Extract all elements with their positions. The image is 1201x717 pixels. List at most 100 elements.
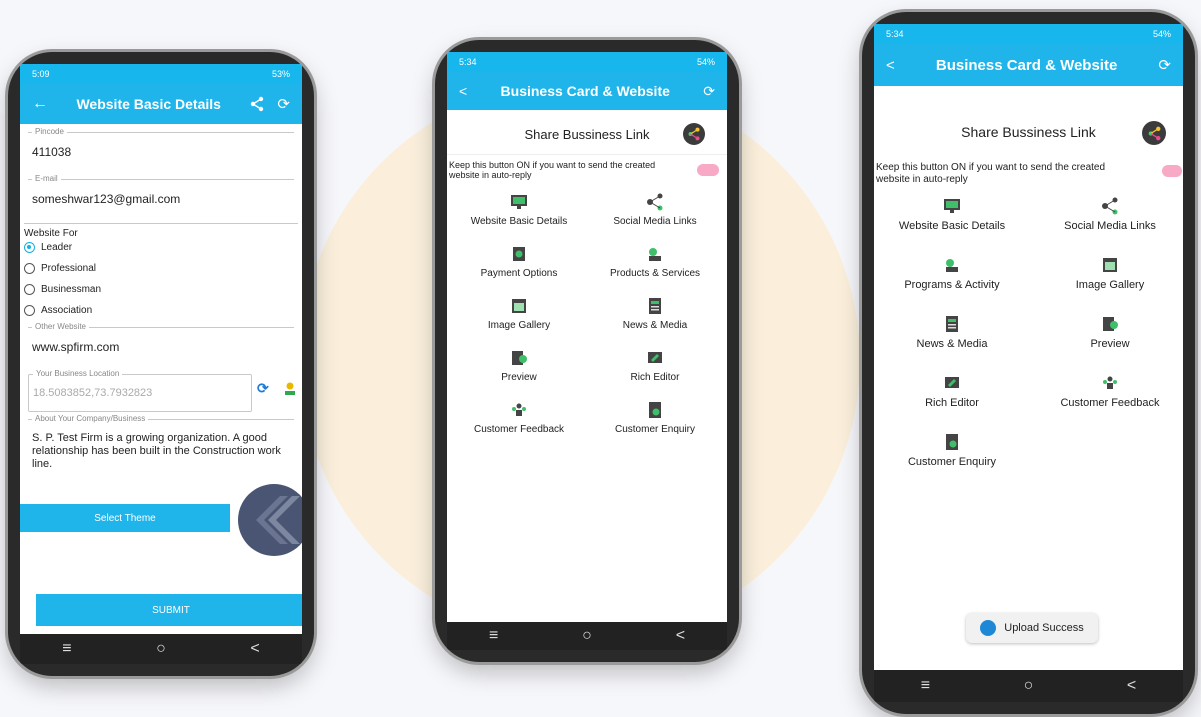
menu-item-customer-enquiry[interactable]: Customer Enquiry [593, 400, 717, 435]
about-field[interactable]: About Your Company/Business S. P. Test F… [28, 414, 294, 484]
news-and-media-icon [878, 314, 1026, 334]
menu-item-payment-options[interactable]: Payment Options [457, 244, 581, 279]
radio-button [24, 284, 35, 295]
back-arrow-icon[interactable]: ← [32, 95, 48, 113]
menu-item-social-media-links[interactable]: Social Media Links [1036, 196, 1183, 232]
map-pin-icon[interactable] [282, 381, 298, 397]
menu-item-customer-enquiry[interactable]: Customer Enquiry [878, 432, 1026, 468]
back-icon[interactable]: < [1127, 677, 1136, 695]
upload-cloud-icon [980, 620, 997, 636]
email-field[interactable]: E-mail someshwar123@gmail.com [28, 174, 294, 216]
menu-item-label: News & Media [916, 338, 988, 350]
refresh-icon[interactable]: ⟳ [277, 95, 290, 113]
menu-item-programs-and-activity[interactable]: Programs & Activity [878, 255, 1026, 291]
back-icon[interactable]: < [250, 640, 259, 658]
customer-enquiry-icon [878, 432, 1026, 452]
recent-apps-icon[interactable]: ≡ [921, 677, 930, 695]
phone2-screen: 5:34 54% < Business Card & Website ⟳ Sha… [447, 52, 727, 628]
other-website-value: www.spfirm.com [32, 340, 120, 354]
email-label: E-mail [32, 174, 61, 183]
menu-item-customer-feedback[interactable]: Customer Feedback [1036, 373, 1183, 409]
menu-item-products-and-services[interactable]: Products & Services [593, 244, 717, 279]
share-link-label: Share Bussiness Link [524, 126, 650, 142]
radio-association[interactable]: Association [24, 305, 92, 316]
menu-item-website-basic-details[interactable]: Website Basic Details [878, 196, 1026, 232]
home-icon[interactable]: ○ [582, 627, 592, 645]
other-website-field[interactable]: Other Website www.spfirm.com [28, 322, 294, 364]
menu-item-news-and-media[interactable]: News & Media [878, 314, 1026, 350]
refresh-location-icon[interactable]: ⟳ [257, 380, 269, 397]
nav-bar: ≡ ○ < [20, 634, 302, 664]
menu-item-rich-editor[interactable]: Rich Editor [593, 348, 717, 383]
phone-business-card-right: 5:34 54% < Business Card & Website ⟳ Sha… [862, 12, 1195, 714]
menu-item-label: Image Gallery [487, 320, 551, 331]
menu-item-rich-editor[interactable]: Rich Editor [878, 373, 1026, 409]
about-value: S. P. Test Firm is a growing organizatio… [32, 432, 281, 471]
back-chevron-icon[interactable]: < [886, 57, 895, 74]
submit-button[interactable]: SUBMIT [36, 594, 302, 626]
back-icon[interactable]: < [676, 627, 685, 645]
pincode-value: 411038 [32, 145, 72, 159]
menu-item-label: Products & Services [609, 268, 701, 279]
products-and-services-icon [593, 244, 717, 264]
share-icon[interactable] [249, 96, 265, 112]
page-title: Website Basic Details [76, 96, 221, 112]
website-basic-details-icon [878, 196, 1026, 216]
other-website-label: Other Website [32, 322, 89, 331]
rich-editor-icon [878, 373, 1026, 393]
menu-item-news-and-media[interactable]: News & Media [593, 296, 717, 331]
radio-businessman[interactable]: Businessman [24, 284, 101, 295]
programs-and-activity-icon [878, 255, 1026, 275]
share-link-icon[interactable] [1142, 121, 1166, 145]
rich-editor-icon [593, 348, 717, 368]
back-chevron-icon[interactable]: < [459, 83, 467, 99]
business-location-field[interactable]: Your Business Location 18.5083852,73.793… [28, 369, 252, 412]
menu-item-website-basic-details[interactable]: Website Basic Details [457, 192, 581, 227]
radio-label: Professional [41, 263, 97, 274]
select-theme-label: Select Theme [94, 512, 156, 524]
select-theme-button[interactable]: Select Theme [20, 504, 230, 532]
nav-bar: ≡ ○ < [874, 670, 1183, 702]
submit-label: SUBMIT [152, 604, 190, 616]
share-link-label: Share Bussiness Link [961, 124, 1096, 140]
pincode-field[interactable]: Pincode 411038 [28, 127, 294, 169]
status-indicators: 53% [271, 69, 290, 79]
recent-apps-icon[interactable]: ≡ [62, 640, 71, 658]
menu-item-image-gallery[interactable]: Image Gallery [457, 296, 581, 331]
status-indicators: 54% [1152, 29, 1171, 39]
refresh-icon[interactable]: ⟳ [703, 83, 715, 100]
customer-feedback-icon [457, 400, 581, 420]
share-link-row[interactable]: Share Bussiness Link [874, 112, 1183, 152]
recent-apps-icon[interactable]: ≡ [489, 627, 498, 645]
app-bar: ← Website Basic Details ⟳ [20, 84, 302, 124]
theme-preview-icon[interactable] [238, 484, 302, 556]
menu-item-label: Payment Options [480, 268, 558, 279]
website-for-label: Website For [24, 223, 298, 239]
status-indicators: 54% [696, 57, 715, 67]
social-media-links-icon [593, 192, 717, 212]
radio-leader[interactable]: Leader [24, 242, 72, 253]
radio-professional[interactable]: Professional [24, 263, 96, 274]
phone1-screen: 5:09 53% ← Website Basic Details ⟳ Pinco… [20, 64, 302, 634]
menu-item-preview[interactable]: Preview [457, 348, 581, 383]
preview-icon [1036, 314, 1183, 334]
app-bar: < Business Card & Website ⟳ [447, 72, 727, 110]
menu-item-customer-feedback[interactable]: Customer Feedback [457, 400, 581, 435]
menu-item-preview[interactable]: Preview [1036, 314, 1183, 350]
app-bar: < Business Card & Website ⟳ [874, 44, 1183, 86]
menu-item-label: Image Gallery [1075, 279, 1145, 291]
payment-options-icon [457, 244, 581, 264]
home-icon[interactable]: ○ [156, 640, 166, 658]
status-bar: 5:09 53% [20, 64, 302, 84]
auto-reply-toggle[interactable] [697, 164, 719, 176]
refresh-icon[interactable]: ⟳ [1158, 56, 1171, 74]
home-icon[interactable]: ○ [1024, 677, 1034, 695]
menu-item-label: Programs & Activity [904, 279, 1000, 291]
auto-reply-toggle[interactable] [1162, 165, 1182, 177]
radio-label: Businessman [41, 284, 102, 295]
share-link-icon[interactable] [683, 123, 705, 145]
image-gallery-icon [1036, 255, 1183, 275]
about-label: About Your Company/Business [32, 414, 149, 423]
menu-item-image-gallery[interactable]: Image Gallery [1036, 255, 1183, 291]
menu-item-social-media-links[interactable]: Social Media Links [593, 192, 717, 227]
